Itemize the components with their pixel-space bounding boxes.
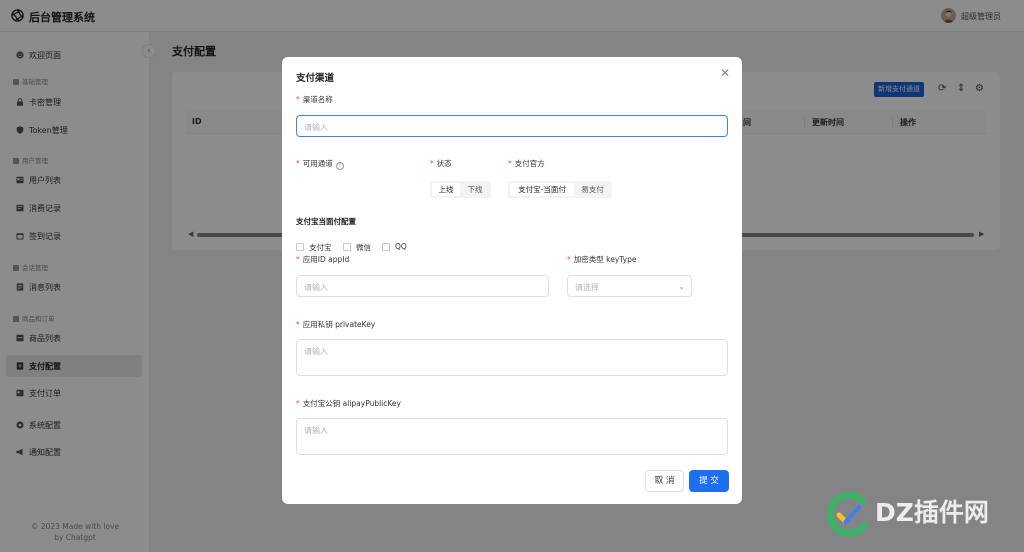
channel-name-placeholder: 请输入	[304, 123, 328, 132]
available-channels-label: * 可用通道?	[296, 158, 344, 170]
private-key-label: * 应用私钥 privateKey	[296, 320, 376, 329]
section-title: 支付宝当面付配置	[296, 217, 356, 226]
payment-provider-label: * 支付官方	[508, 159, 545, 168]
payment-channel-modal: 支付渠道 ✕ * 渠道名称 请输入 * 可用通道? 支付宝 微信 QQ * 状态 上线…	[282, 57, 742, 504]
alipay-public-key-placeholder: 请输入	[304, 426, 328, 435]
app-id-placeholder: 请输入	[304, 283, 328, 292]
key-type-placeholder: 请选择	[575, 283, 599, 292]
checkbox-label: QQ	[395, 242, 407, 251]
modal-title: 支付渠道	[296, 73, 335, 84]
watermark: DZ插件网	[823, 487, 1018, 543]
status-option-offline[interactable]: 下线	[461, 183, 489, 196]
checkbox-box[interactable]	[343, 243, 351, 251]
checkbox-box[interactable]	[296, 243, 304, 251]
status-segmented: 上线 下线	[430, 181, 491, 198]
payment-provider-segmented: 支付宝-当面付 易支付	[508, 181, 612, 198]
chevron-down-icon: ⌄	[678, 282, 685, 291]
provider-option-yipay[interactable]: 易支付	[575, 183, 610, 196]
checkbox-label: 支付宝	[309, 243, 332, 252]
status-label: * 状态	[430, 159, 452, 168]
watermark-text: DZ插件网	[875, 498, 989, 527]
checkbox-label: 微信	[356, 243, 371, 252]
close-icon[interactable]: ✕	[720, 67, 730, 79]
private-key-textarea[interactable]: 请输入	[296, 339, 728, 376]
alipay-public-key-label: * 支付宝公钥 alipayPublicKey	[296, 399, 401, 408]
provider-option-alipay-f2f[interactable]: 支付宝-当面付	[510, 183, 574, 196]
checkbox-box[interactable]	[382, 243, 390, 251]
app-id-input[interactable]: 请输入	[296, 275, 549, 297]
watermark-logo-icon	[826, 491, 869, 537]
private-key-placeholder: 请输入	[304, 347, 328, 356]
question-circle-icon[interactable]: ?	[335, 162, 344, 170]
submit-button[interactable]: 提 交	[689, 470, 729, 492]
status-option-online[interactable]: 上线	[432, 183, 460, 196]
key-type-select[interactable]: 请选择 ⌄	[567, 275, 692, 297]
channel-name-label: * 渠道名称	[296, 95, 333, 104]
app-id-label: * 应用ID appId	[296, 255, 350, 264]
alipay-public-key-textarea[interactable]: 请输入	[296, 418, 728, 455]
channel-name-input[interactable]: 请输入	[296, 115, 728, 137]
key-type-label: * 加密类型 keyType	[567, 255, 637, 264]
cancel-button[interactable]: 取 消	[645, 470, 684, 492]
